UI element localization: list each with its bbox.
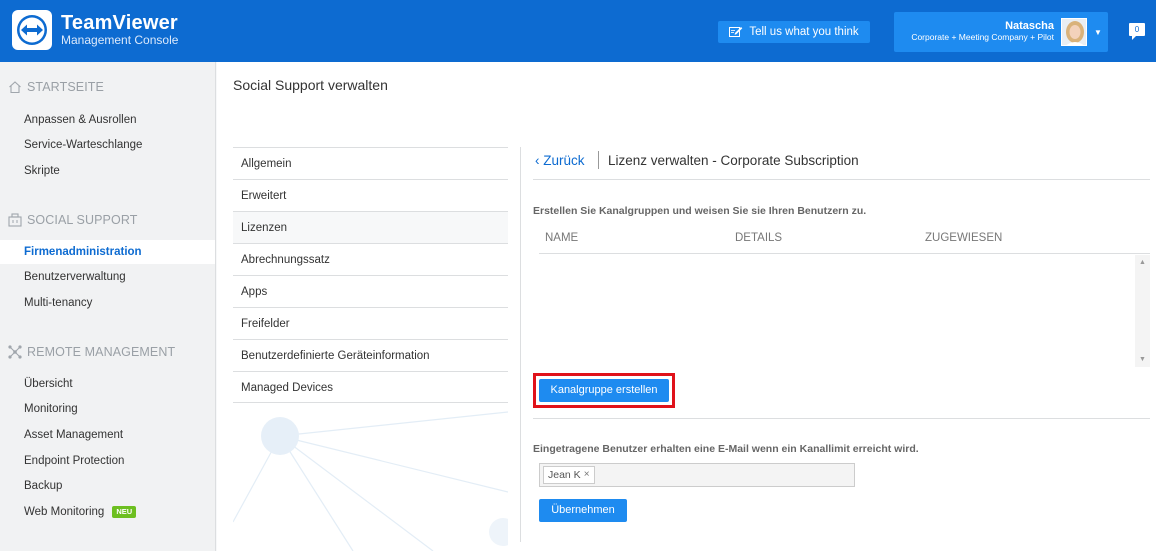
sidebar-item-skripte[interactable]: Skripte xyxy=(0,159,215,183)
settings-submenu: Allgemein Erweitert Lizenzen Abrechnungs… xyxy=(233,147,508,403)
submenu-item-allgemein[interactable]: Allgemein xyxy=(233,147,508,179)
teamviewer-logo-icon[interactable] xyxy=(12,10,52,50)
divider xyxy=(533,179,1150,180)
submenu-item-apps[interactable]: Apps xyxy=(233,275,508,307)
channel-table-body: ▲ ▼ xyxy=(539,255,1150,367)
sidebar-item-backup[interactable]: Backup xyxy=(0,474,215,498)
sidebar-item-anpassen[interactable]: Anpassen & Ausrollen xyxy=(0,108,215,132)
channel-table-header: NAME DETAILS ZUGEWIESEN xyxy=(539,232,1150,254)
sidebar-item-firmenadministration[interactable]: Firmenadministration xyxy=(0,240,215,264)
user-name: Natascha xyxy=(1005,20,1054,32)
sidebar-item-monitoring[interactable]: Monitoring xyxy=(0,397,215,421)
user-menu[interactable]: Natascha Corporate + Meeting Company + P… xyxy=(894,12,1108,52)
sidebar-section-remote-management: REMOTE MANAGEMENT xyxy=(8,345,175,359)
home-icon xyxy=(9,81,21,94)
sidebar-item-service-warteschlange[interactable]: Service-Warteschlange xyxy=(0,133,215,157)
caret-down-icon[interactable]: ▼ xyxy=(1094,28,1102,37)
avatar xyxy=(1061,18,1087,46)
highlight-box: Kanalgruppe erstellen xyxy=(533,373,675,408)
user-organization: Corporate + Meeting Company + Pilot xyxy=(911,32,1054,42)
channel-group-description: Erstellen Sie Kanalgruppen und weisen Si… xyxy=(533,205,867,217)
social-support-icon xyxy=(8,213,22,227)
brand-subtitle: Management Console xyxy=(61,33,179,47)
sidebar-item-uebersicht[interactable]: Übersicht xyxy=(0,372,215,396)
decorative-network-graphic xyxy=(233,402,508,551)
chevron-left-icon: ‹ xyxy=(535,153,544,168)
scroll-up-icon[interactable]: ▲ xyxy=(1139,259,1146,266)
close-icon[interactable]: × xyxy=(584,467,590,483)
divider xyxy=(533,418,1150,419)
create-channel-group-button[interactable]: Kanalgruppe erstellen xyxy=(539,379,669,402)
sidebar-item-endpoint-protection[interactable]: Endpoint Protection xyxy=(0,449,215,473)
sidebar-item-multi-tenancy[interactable]: Multi-tenancy xyxy=(0,291,215,315)
column-zugewiesen[interactable]: ZUGEWIESEN xyxy=(925,232,1002,244)
back-button[interactable]: ‹ Zurück xyxy=(535,153,585,168)
sidebar-section-startseite: STARTSEITE xyxy=(8,80,104,94)
submenu-item-abrechnungssatz[interactable]: Abrechnungssatz xyxy=(233,243,508,275)
user-tag-label: Jean K xyxy=(548,469,581,481)
main-content: Social Support verwalten Allgemein Erwei… xyxy=(217,62,1156,551)
edit-icon xyxy=(729,27,743,37)
column-name[interactable]: NAME xyxy=(545,232,578,244)
column-divider xyxy=(520,147,521,542)
submenu-item-managed-devices[interactable]: Managed Devices xyxy=(233,371,508,403)
user-tag: Jean K × xyxy=(543,466,595,484)
submenu-item-freifelder[interactable]: Freifelder xyxy=(233,307,508,339)
sidebar-item-label: Web Monitoring xyxy=(24,506,105,518)
sidebar-item-asset-management[interactable]: Asset Management xyxy=(0,423,215,447)
page-title: Social Support verwalten xyxy=(233,77,388,93)
chat-bubble-icon[interactable]: 0 xyxy=(1129,23,1145,40)
feedback-label: Tell us what you think xyxy=(749,26,859,38)
sidebar-section-social-support: SOCIAL SUPPORT xyxy=(8,213,137,227)
sidebar-item-benutzerverwaltung[interactable]: Benutzerverwaltung xyxy=(0,265,215,289)
sidebar-item-web-monitoring[interactable]: Web Monitoring NEU xyxy=(0,500,215,524)
submenu-item-lizenzen[interactable]: Lizenzen xyxy=(233,211,508,243)
sidebar: STARTSEITE Anpassen & Ausrollen Service-… xyxy=(0,62,216,551)
title-separator xyxy=(598,151,599,169)
email-notification-description: Eingetragene Benutzer erhalten eine E-Ma… xyxy=(533,443,919,455)
apply-button[interactable]: Übernehmen xyxy=(539,499,627,522)
top-bar: TeamViewer Management Console Tell us wh… xyxy=(0,0,1156,62)
scroll-down-icon[interactable]: ▼ xyxy=(1139,356,1146,363)
submenu-item-erweitert[interactable]: Erweitert xyxy=(233,179,508,211)
new-badge: NEU xyxy=(112,505,137,518)
column-details[interactable]: DETAILS xyxy=(735,232,782,244)
feedback-button[interactable]: Tell us what you think xyxy=(718,21,870,43)
license-title: Lizenz verwalten - Corporate Subscriptio… xyxy=(608,153,859,168)
brand-name: TeamViewer xyxy=(61,12,178,34)
table-scrollbar[interactable]: ▲ ▼ xyxy=(1135,255,1150,367)
remote-management-icon xyxy=(8,345,22,359)
notification-users-input[interactable]: Jean K × xyxy=(539,463,855,487)
submenu-item-geraeteinformation[interactable]: Benutzerdefinierte Geräteinformation xyxy=(233,339,508,371)
